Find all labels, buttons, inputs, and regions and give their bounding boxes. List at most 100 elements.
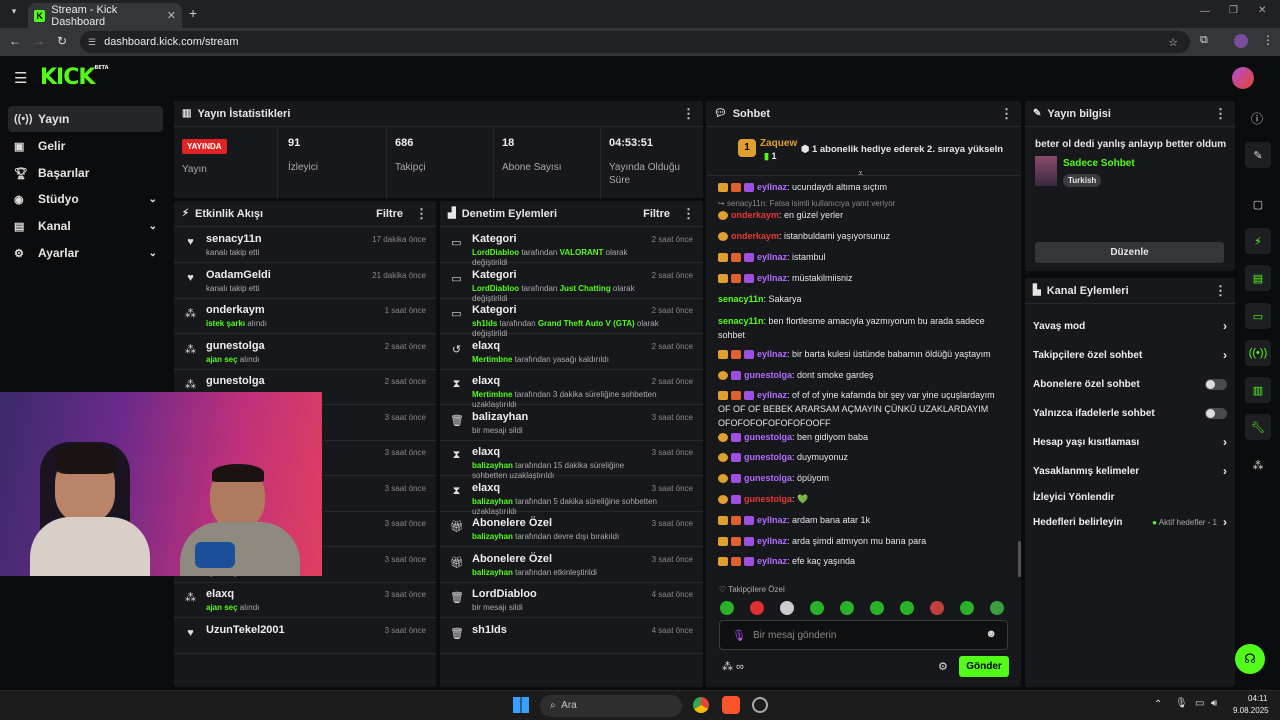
mic-tray-icon[interactable]: 🎙︎ [1175,698,1188,709]
moderation-row[interactable]: 🎁︎ Abonelere Özel balizayhan tarafından … [440,511,703,547]
activity-row[interactable]: ♥ senacy11n kanalı takip etti 17 dakika … [174,227,436,263]
channel-action-item[interactable]: Hesap yaşı kısıtlaması › [1033,431,1227,453]
chat-message[interactable]: senacy11n: ben flortlesme amacıyla yazmı… [718,314,1009,342]
more-options-icon[interactable]: ⋮ [682,106,695,122]
edit-rail-icon[interactable]: ✎ [1245,142,1271,168]
more-options-icon[interactable]: ⋮ [682,206,695,222]
moderation-row[interactable]: 🗑︎ LordDiabloo bir mesajı sildi 4 saat ö… [440,582,703,618]
emote-icon[interactable] [960,601,974,615]
tab-list-button[interactable]: ▾ [6,6,22,22]
activity-row[interactable]: ♥ UzunTekel2001 3 saat önce [174,618,436,654]
wrench-rail-icon[interactable]: 🔧︎ [1245,414,1271,440]
sidebar-item-kanal[interactable]: ▤ Kanal ⌄ [8,213,163,239]
moderation-row[interactable]: ⧗ elaxq balizayhan tarafından 15 dakika … [440,440,703,480]
broadcast-rail-icon[interactable]: ((•)) [1245,340,1271,366]
activity-row[interactable]: ♥ OadamGeldi kanalı takip etti 21 dakika… [174,263,436,299]
emote-icon[interactable] [900,601,914,615]
moderation-row[interactable]: ⧗ elaxq balizayhan tarafından 5 dakika s… [440,476,703,516]
chat-message[interactable]: eyllnaz: ucundaydı altıma sıçtım [718,180,1009,194]
volume-tray-icon[interactable]: 🔊︎ [1211,698,1217,709]
app-taskbar-icon[interactable] [752,697,768,713]
moderation-row[interactable]: 🎁︎ Abonelere Özel balizayhan tarafından … [440,547,703,583]
more-options-icon[interactable]: ⋮ [1214,106,1227,122]
apps-rail-icon[interactable]: ⁂ [1245,452,1271,478]
moderation-row[interactable]: ▭ Kategori LordDiabloo tarafından VALORA… [440,227,703,267]
channel-action-item[interactable]: Takipçilere özel sohbet › [1033,344,1227,366]
sidebar-item-gelir[interactable]: ▣ Gelir [8,133,163,159]
activity-row[interactable]: ⁂ gunestolga ajan seç alındı 2 saat önce [174,334,436,370]
chat-scrollbar[interactable] [1018,541,1021,577]
chat-message[interactable]: gunestolga: 💚 [718,492,1009,506]
activity-row[interactable]: ⁂ elaxq ajan seç alındı 3 saat önce [174,582,436,618]
bookmark-star-icon[interactable]: ☆ [1168,36,1178,49]
channel-action-item[interactable]: İzleyici Yönlendir [1033,486,1227,508]
taskbar-search[interactable]: ⌕ Ara [540,695,682,717]
support-chat-icon[interactable]: ☊ [1235,644,1265,674]
chat-message[interactable]: eyllnaz: bir barta kulesi üstünde babamı… [718,347,1009,361]
channel-action-item[interactable]: Yalnızca ifadelerle sohbet [1033,402,1227,424]
chat-message[interactable]: eyllnaz: of of of yine kafamda bir şey v… [718,388,1009,430]
emote-icon[interactable] [990,601,1004,615]
extensions-icon[interactable]: ⧉ [1200,34,1208,47]
more-options-icon[interactable]: ⋮ [1214,283,1227,299]
toggle-switch[interactable] [1205,407,1227,419]
emote-icon[interactable] [930,601,944,615]
url-field[interactable]: ☰ dashboard.kick.com/stream ☆ [80,31,1190,53]
minimize-icon[interactable]: — [1200,6,1210,17]
channel-action-item[interactable]: Hedefleri belirleyin ● Aktif hedefler - 1… [1033,511,1227,533]
chat-message[interactable]: eyllnaz: istambul [718,250,1009,264]
chat-message[interactable]: onderkaym: istanbuldami yaşıyorsunuz [718,229,1009,243]
lightning-rail-icon[interactable]: ⚡︎ [1245,228,1271,254]
chat-message[interactable]: gunestolga: ben gidiyom baba [718,430,1009,444]
channel-action-item[interactable]: Abonelere özel sohbet [1033,373,1227,395]
mod-rail-icon[interactable]: ▥ [1245,377,1271,403]
forward-icon[interactable]: → [33,34,45,48]
chat-message[interactable]: eyllnaz: arda şimdi atmıyon mu bana para [718,534,1009,548]
chat-message[interactable]: eyllnaz: efe kaç yaşında [718,554,1009,568]
sidebar-item-studyo[interactable]: ◉ Stüdyo ⌄ [8,186,163,212]
emote-icon[interactable] [780,601,794,615]
edit-button[interactable]: Düzenle [1035,242,1224,263]
emote-icon[interactable] [870,601,884,615]
channel-action-item[interactable]: Yavaş mod › [1033,315,1227,337]
close-tab-icon[interactable]: ✕ [167,9,176,22]
moderation-row[interactable]: ▭ Kategori LordDiabloo tarafından Just C… [440,263,703,303]
clock-time[interactable]: 04:11 [1248,694,1267,703]
chat-message[interactable]: senacy11n: Sakarya [718,292,1009,306]
chat-message[interactable]: eyllnaz: müstakilmiisniz [718,271,1009,285]
chat-message[interactable]: gunestolga: duymuyonuz [718,450,1009,464]
emote-icon[interactable] [840,601,854,615]
clipboard-rail-icon[interactable]: ▤ [1245,265,1271,291]
filter-button[interactable]: Filtre [376,208,403,220]
info-icon[interactable]: ⓘ [1251,110,1263,127]
filter-button[interactable]: Filtre [643,208,670,220]
activity-row[interactable]: ⁂ onderkaym istek şarkı alındı 1 saat ön… [174,298,436,334]
chat-settings-icon[interactable]: ⚙ [938,660,948,673]
more-options-icon[interactable]: ⋮ [1000,106,1013,122]
pinned-gift-banner[interactable]: 1 Zaquew ▮ 1 ⬢ 1 abonelik hediye ederek … [706,128,1021,178]
profile-avatar[interactable] [1234,34,1248,48]
microphone-icon[interactable]: 🎙︎ [732,629,746,642]
kick-logo[interactable]: KICKBETA [40,65,109,90]
sidebar-item-yayin[interactable]: ((•)) Yayın [8,106,163,132]
moderation-row[interactable]: ↺ elaxq Mertimbne tarafından yasağı kald… [440,334,703,370]
emoji-picker-icon[interactable]: ☻ [985,628,997,640]
moderation-row[interactable]: 🗑︎ balizayhan bir mesajı sildi 3 saat ön… [440,405,703,441]
chat-rail-icon[interactable]: ▭ [1245,303,1271,329]
windows-start-icon[interactable] [513,697,529,713]
tray-chevron-icon[interactable]: ⌃ [1154,699,1162,710]
chat-message[interactable]: onderkaym: en güzel yerler [718,208,1009,222]
moderation-row[interactable]: 🗑︎ sh1lds 4 saat önce [440,618,703,654]
moderation-row[interactable]: ▭ Kategori sh1lds tarafından Grand Theft… [440,298,703,338]
user-avatar[interactable] [1232,67,1254,89]
chat-message[interactable]: gunestolga: öpüyom [718,471,1009,485]
channel-action-item[interactable]: Yasaklanmış kelimeler › [1033,460,1227,482]
site-info-icon[interactable]: ☰ [88,37,96,48]
sidebar-item-basarilar[interactable]: 🏆︎ Başarılar [8,160,163,186]
browser-menu-icon[interactable]: ⋮ [1262,33,1274,47]
emote-icon[interactable] [810,601,824,615]
screen-rail-icon[interactable]: ▢ [1245,191,1271,217]
more-options-icon[interactable]: ⋮ [415,206,428,222]
hamburger-menu-icon[interactable]: ☰ [14,69,27,87]
emote-icon[interactable] [720,601,734,615]
